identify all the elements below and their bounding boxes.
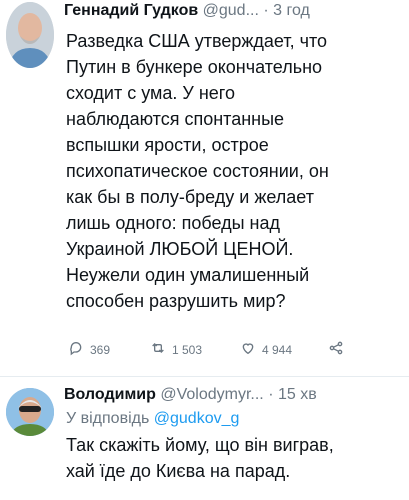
share-icon	[328, 340, 344, 359]
separator: ·	[263, 2, 269, 19]
author-name[interactable]: Геннадий Гудков	[64, 2, 198, 19]
retweet-button[interactable]: 1 503	[150, 340, 202, 359]
share-button[interactable]	[328, 340, 344, 359]
tweet-1[interactable]: Геннадий Гудков @gud... · 3 год Разведка…	[0, 0, 409, 378]
reply-handle[interactable]: @gudkov_g	[154, 410, 240, 427]
retweet-icon	[150, 340, 166, 359]
reply-icon	[68, 340, 84, 359]
like-icon	[240, 340, 256, 359]
divider	[0, 376, 409, 377]
avatar[interactable]	[6, 388, 54, 436]
timestamp[interactable]: 3 год	[273, 2, 310, 19]
retweet-count: 1 503	[172, 342, 203, 357]
reply-button[interactable]: 369	[68, 340, 110, 359]
tweet-text: Разведка США утверждает, что Путин в бун…	[66, 31, 329, 311]
tweet-header: Геннадий Гудков @gud... · 3 год	[64, 2, 403, 20]
separator: ·	[268, 386, 274, 403]
like-count: 4 944	[262, 342, 293, 357]
like-button[interactable]: 4 944	[240, 340, 292, 359]
tweet-actions: 369 1 503 4 944	[62, 340, 409, 362]
avatar[interactable]	[6, 2, 54, 68]
reply-count: 369	[90, 342, 111, 357]
timestamp[interactable]: 15 хв	[278, 386, 317, 403]
reply-context: У відповідь @gudkov_g	[66, 410, 239, 428]
author-handle[interactable]: @Volodymyr...	[160, 386, 263, 403]
author-name[interactable]: Володимир	[64, 386, 156, 403]
tweet-text: Так скажіть йому, що він виграв, хай їде…	[66, 435, 334, 481]
reply-prefix: У відповідь	[66, 410, 150, 427]
tweet-header: Володимир @Volodymyr... · 15 хв	[64, 386, 403, 404]
author-handle[interactable]: @gud...	[203, 2, 259, 19]
